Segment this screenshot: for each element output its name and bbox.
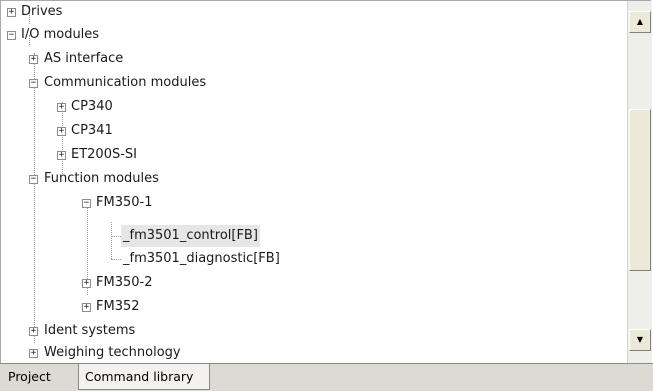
tree-item-label: FM350-2 [96,275,153,290]
tree-item-label: Ident systems [44,323,136,338]
tree-item-label: Weighing technology [44,345,181,360]
tree-item-cp340[interactable]: + CP340 [1,96,601,118]
tree-item-label: ET200S-SI [71,147,137,162]
tree-item-fm3501-control[interactable]: _fm3501_control[FB] [1,225,601,247]
tree-item-label: CP341 [71,123,113,138]
arrow-up-icon: ▲ [636,17,644,26]
tree-item-weighing-technology[interactable]: + Weighing technology [1,342,601,364]
tree-item-label: CP340 [71,99,113,114]
tree-item-cp341[interactable]: + CP341 [1,120,601,142]
tree-item-drives[interactable]: + Drives [1,1,601,23]
expand-icon[interactable]: + [82,279,91,288]
expand-icon[interactable]: + [82,303,91,312]
tab-strip: Project Command library [0,363,653,391]
arrow-down-icon: ▼ [636,335,644,344]
tree-item-io-modules[interactable]: − I/O modules [1,24,601,46]
expand-icon[interactable]: + [29,349,38,358]
scroll-down-button[interactable]: ▼ [629,329,651,351]
expand-icon[interactable]: + [57,127,66,136]
tab-command-library[interactable]: Command library [78,364,210,390]
command-library-panel: + Drives − I/O modules + AS interface − … [0,0,652,364]
expand-icon[interactable]: + [57,151,66,160]
tree-item-label: FM352 [96,299,140,314]
expand-icon[interactable]: + [57,103,66,112]
tree-item-function-modules[interactable]: − Function modules [1,168,601,190]
tree-item-label: FM350-1 [96,195,153,210]
tree-item-fm350-1[interactable]: − FM350-1 [1,192,601,214]
tree-item-fm352[interactable]: + FM352 [1,296,601,318]
vertical-scrollbar[interactable]: ▲ ▼ [627,1,652,364]
expand-icon[interactable]: + [7,8,16,17]
tree-item-label: Communication modules [44,75,207,90]
collapse-icon[interactable]: − [29,79,38,88]
tree-item-label: Function modules [44,171,159,186]
collapse-icon[interactable]: − [7,31,16,40]
collapse-icon[interactable]: − [29,175,38,184]
tree-item-ident-systems[interactable]: + Ident systems [1,320,601,342]
collapse-icon[interactable]: − [82,199,91,208]
command-tree[interactable]: + Drives − I/O modules + AS interface − … [1,1,627,364]
tree-item-label: AS interface [44,51,124,66]
tab-label: Command library [85,369,194,384]
tab-project[interactable]: Project [2,364,76,390]
scrollbar-thumb[interactable] [629,109,651,271]
tree-item-et200s-si[interactable]: + ET200S-SI [1,144,601,166]
tree-item-as-interface[interactable]: + AS interface [1,48,601,70]
expand-icon[interactable]: + [29,55,38,64]
tree-item-label: Drives [21,4,63,19]
tree-item-communication-modules[interactable]: − Communication modules [1,72,601,94]
tree-item-label: I/O modules [21,27,100,42]
tree-item-fm350-2[interactable]: + FM350-2 [1,272,601,294]
tree-item-label: _fm3501_diagnostic[FB] [123,251,280,266]
scroll-up-button[interactable]: ▲ [629,11,651,33]
tab-label: Project [8,369,51,384]
tree-item-label: _fm3501_control[FB] [121,225,260,247]
expand-icon[interactable]: + [29,327,38,336]
tree-item-fm3501-diagnostic[interactable]: _fm3501_diagnostic[FB] [1,248,601,270]
